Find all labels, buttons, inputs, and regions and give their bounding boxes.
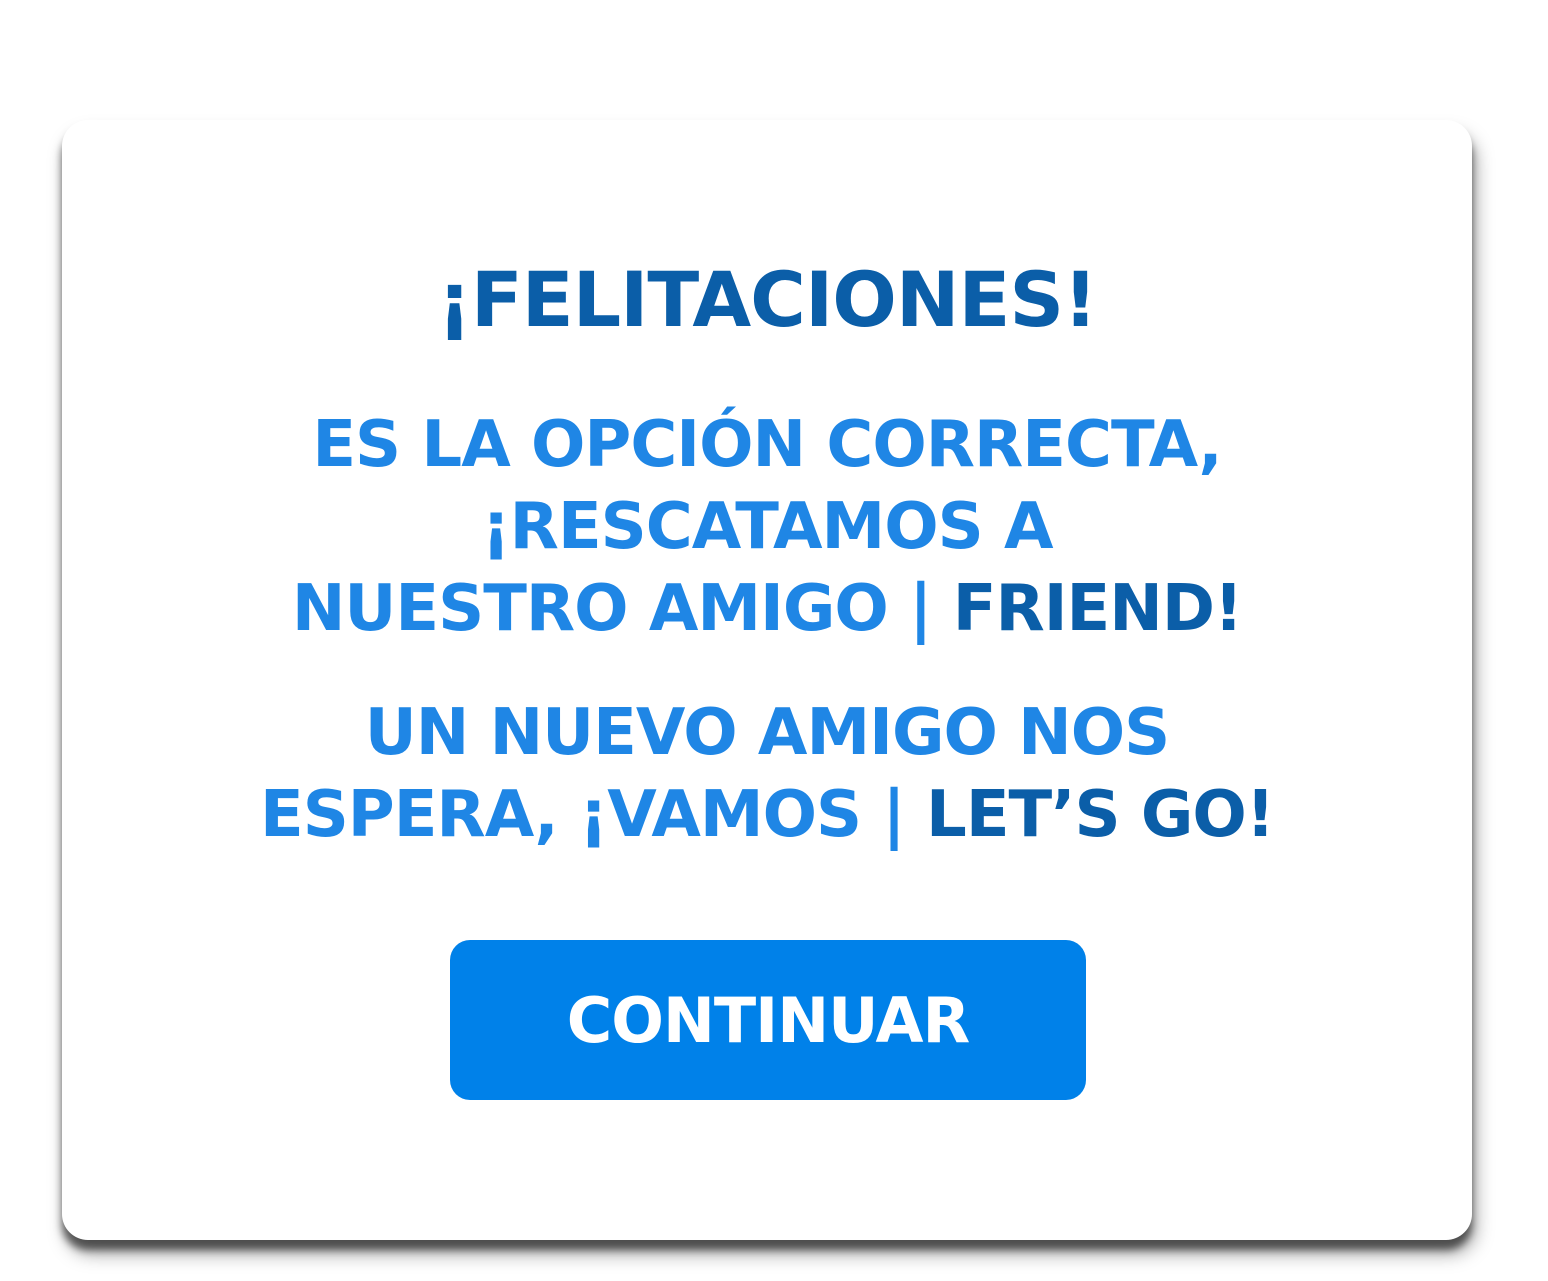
continue-button[interactable]: CONTINUAR xyxy=(450,940,1086,1100)
dialog-title: ¡FELITACIONES! xyxy=(437,255,1098,344)
next-message-spanish: ESPERA, ¡VAMOS | xyxy=(259,778,906,852)
success-message-line-1: ES LA OPCIÓN CORRECTA, xyxy=(312,408,1222,482)
success-message-line-3: NUESTRO AMIGO | FRIEND! xyxy=(62,568,1472,650)
congrats-dialog: ¡FELITACIONES! ES LA OPCIÓN CORRECTA, ¡R… xyxy=(62,120,1472,1240)
success-message-spanish: NUESTRO AMIGO | xyxy=(291,572,933,646)
success-message: ES LA OPCIÓN CORRECTA, ¡RESCATAMOS A NUE… xyxy=(62,404,1472,650)
continue-button-label: CONTINUAR xyxy=(566,983,971,1057)
next-message: UN NUEVO AMIGO NOS ESPERA, ¡VAMOS | LET’… xyxy=(62,692,1472,856)
success-message-line-2: ¡RESCATAMOS A xyxy=(481,490,1053,564)
success-message-english: FRIEND! xyxy=(952,572,1243,646)
next-message-english: LET’S GO! xyxy=(926,778,1275,852)
next-message-line-2: ESPERA, ¡VAMOS | LET’S GO! xyxy=(62,774,1472,856)
next-message-line-1: UN NUEVO AMIGO NOS xyxy=(364,696,1170,770)
